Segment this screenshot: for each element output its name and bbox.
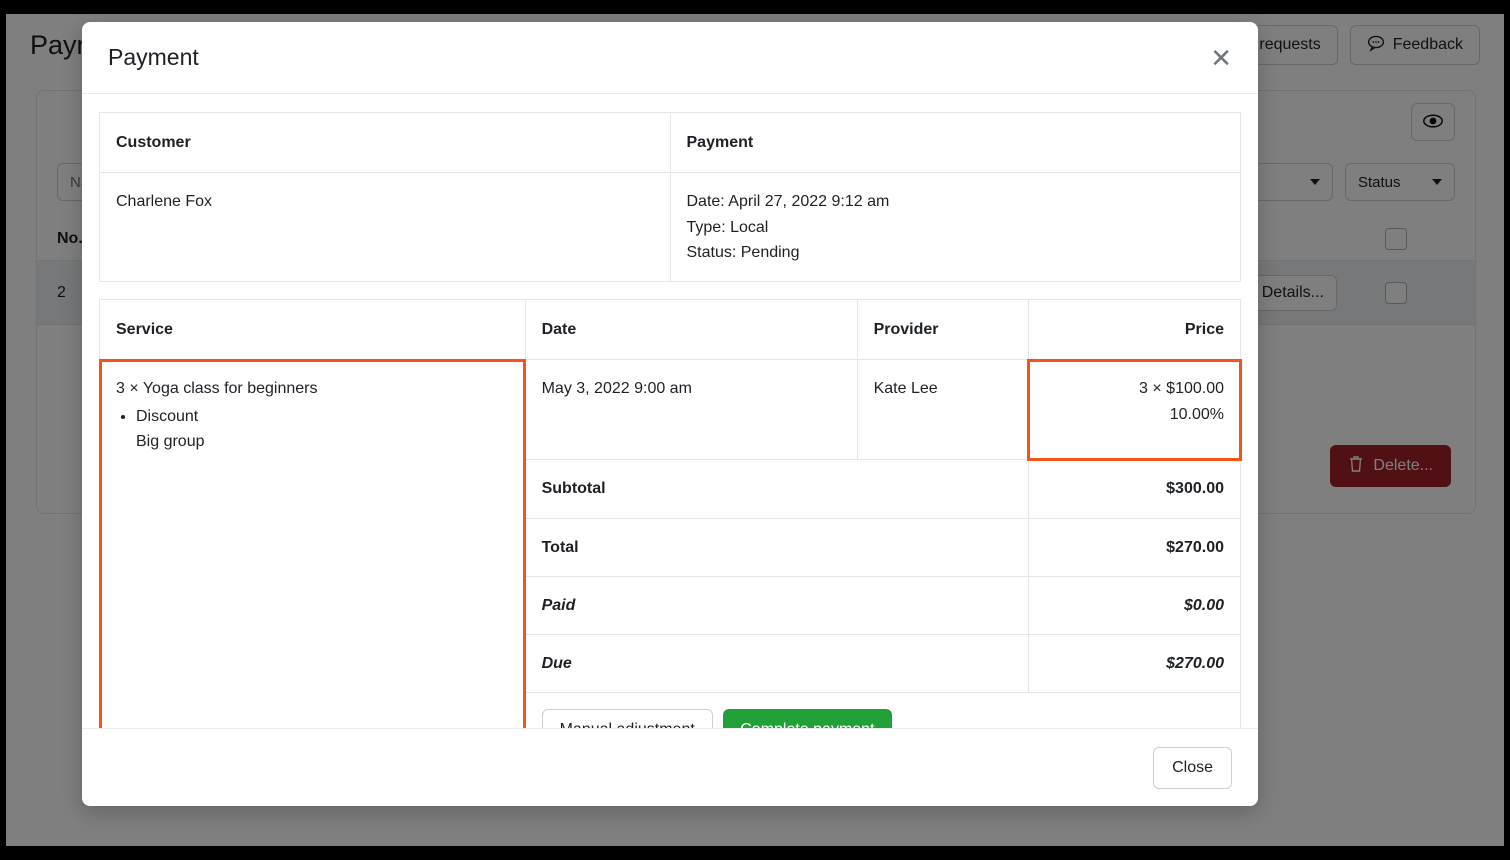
service-actions-cell: Manual adjustment Complete payment <box>524 692 1242 728</box>
info-row: Charlene Fox Date: April 27, 2022 9:12 a… <box>99 172 1241 283</box>
subtotal-label: Subtotal <box>524 459 1029 519</box>
screen: Payments requests Feedback <box>0 0 1510 860</box>
modal-title: Payment <box>108 44 199 70</box>
service-price-cell: 3 × $100.00 10.00% <box>1027 358 1242 461</box>
service-row: 3 × Yoga class for beginners Discount Bi… <box>98 358 1242 728</box>
service-name: 3 × Yoga class for beginners <box>116 380 318 398</box>
column-header-payment: Payment <box>669 111 1241 174</box>
service-price-discount: 10.00% <box>1169 405 1224 423</box>
modal-header: Payment ✕ <box>82 22 1258 94</box>
manual-adjustment-button[interactable]: Manual adjustment <box>541 709 713 728</box>
column-header-provider: Provider <box>856 299 1029 361</box>
column-header-service: Service <box>99 299 526 361</box>
subtotal-value: $300.00 <box>1027 459 1242 519</box>
payment-details: Date: April 27, 2022 9:12 am Type: Local… <box>669 172 1241 283</box>
column-header-price: Price <box>1027 299 1242 361</box>
service-price: 3 × $100.00 <box>1139 380 1224 398</box>
payment-status: Status: Pending <box>686 243 800 261</box>
discount-name: Big group <box>136 433 205 451</box>
info-header-row: Customer Payment <box>99 111 1241 174</box>
services-header-row: Service Date Provider Price <box>99 299 1242 361</box>
close-icon[interactable]: ✕ <box>1210 45 1232 71</box>
column-header-customer: Customer <box>99 111 671 174</box>
due-label: Due <box>524 634 1029 694</box>
customer-name: Charlene Fox <box>99 172 671 283</box>
payment-modal: Payment ✕ Customer Payment Charlene Fox … <box>82 22 1258 806</box>
due-value: $270.00 <box>1027 634 1242 694</box>
complete-payment-button[interactable]: Complete payment <box>723 709 892 728</box>
service-date: May 3, 2022 9:00 am <box>524 359 858 461</box>
total-label: Total <box>524 517 1029 577</box>
column-header-date: Date <box>524 299 858 361</box>
discount-label: Discount <box>136 405 509 430</box>
paid-label: Paid <box>524 575 1029 636</box>
service-description-cell: 3 × Yoga class for beginners Discount Bi… <box>98 358 527 728</box>
paid-value: $0.00 <box>1027 575 1242 636</box>
customer-payment-table: Customer Payment Charlene Fox Date: Apri… <box>99 111 1241 283</box>
modal-footer: Close <box>82 728 1258 806</box>
services-table: Service Date Provider Price 3 × Yoga cla… <box>98 299 1242 728</box>
service-discount-list: Discount <box>116 405 509 430</box>
modal-body: Customer Payment Charlene Fox Date: Apri… <box>82 94 1258 728</box>
total-value: $270.00 <box>1027 517 1242 577</box>
payment-date: Date: April 27, 2022 9:12 am <box>686 193 890 211</box>
service-provider: Kate Lee <box>856 359 1029 461</box>
close-button[interactable]: Close <box>1153 746 1232 789</box>
payment-type: Type: Local <box>686 218 769 236</box>
